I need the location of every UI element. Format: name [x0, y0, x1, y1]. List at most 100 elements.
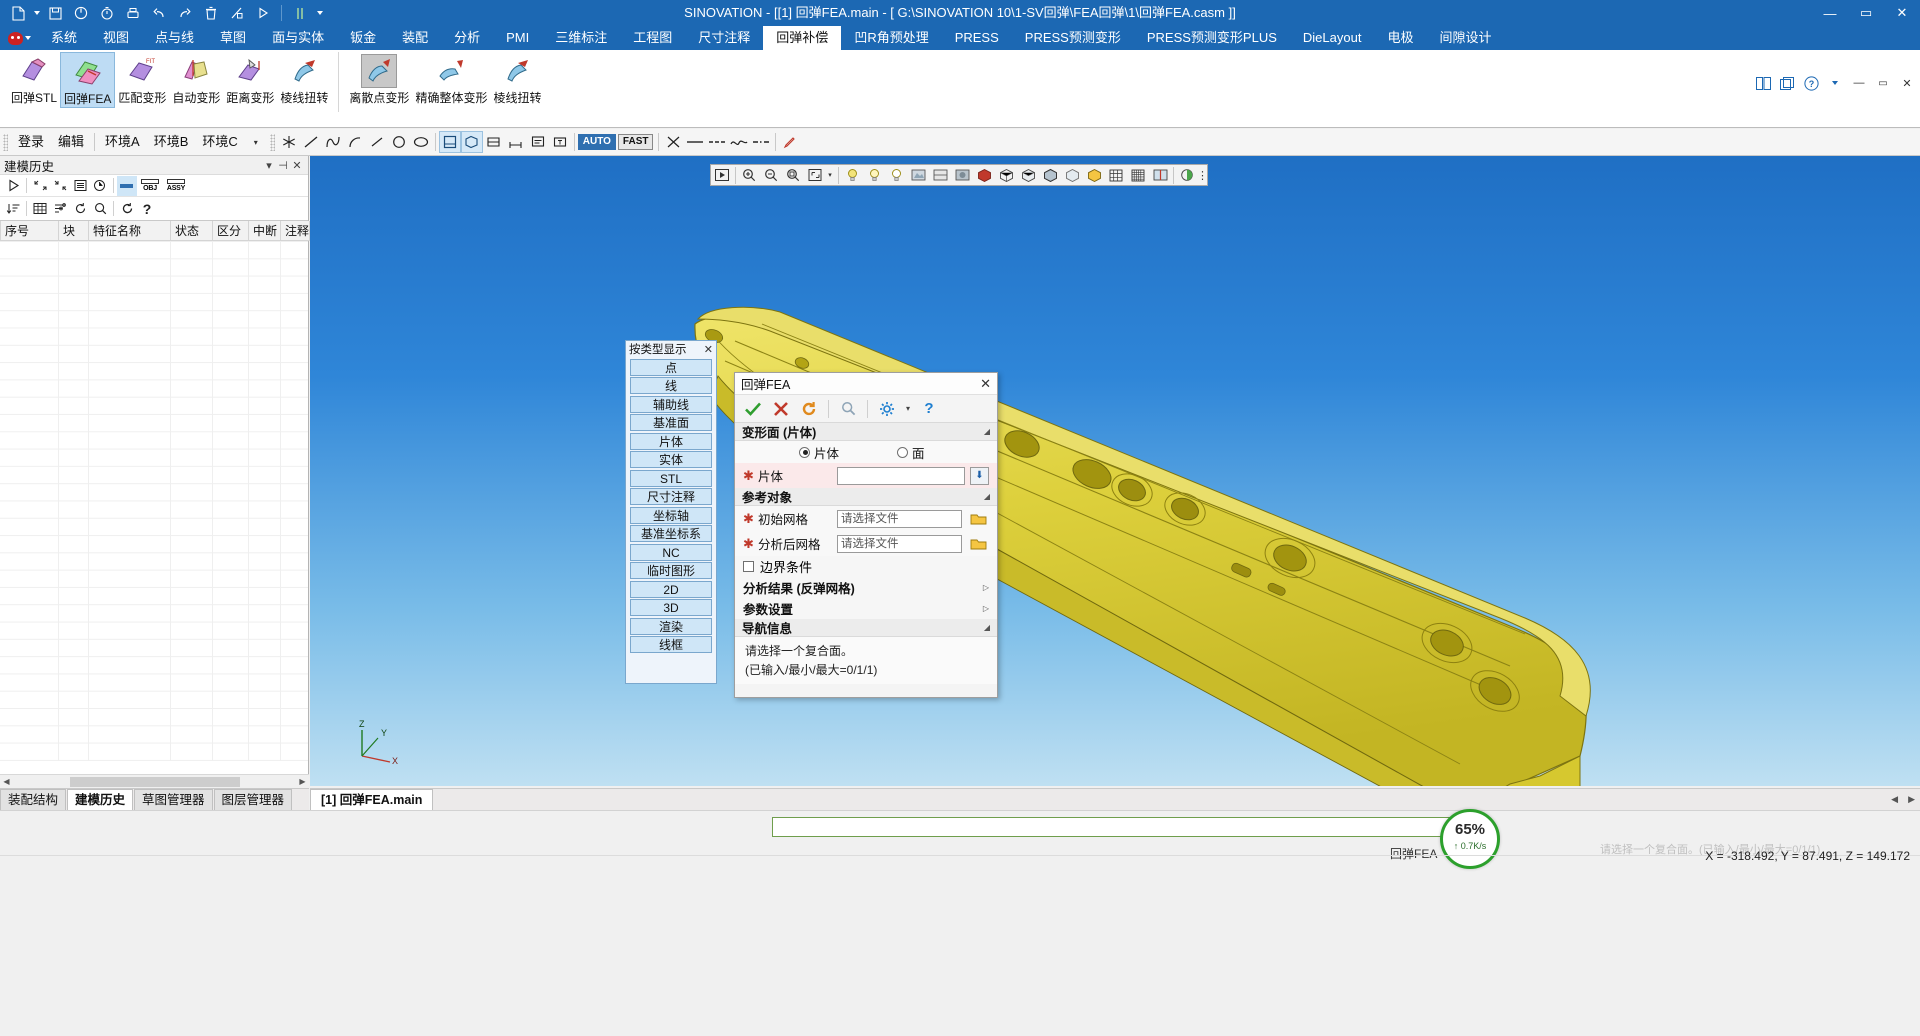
toolbar-login[interactable]: 登录 [11, 131, 51, 153]
redo-icon[interactable] [173, 1, 197, 25]
grid-icon[interactable] [1105, 165, 1127, 185]
menu-item-17[interactable]: DieLayout [1290, 26, 1375, 50]
toolbar-grip[interactable] [3, 133, 8, 151]
reset-undo-icon[interactable] [797, 398, 821, 420]
menu-item-8[interactable]: PMI [493, 26, 542, 50]
ribbon-minimize-icon[interactable]: — [1850, 74, 1868, 92]
type-item-13[interactable]: 3D [630, 599, 712, 616]
col-header-feature-name[interactable]: 特征名称 [88, 221, 171, 241]
toolbar-edit[interactable]: 编辑 [51, 131, 91, 153]
ribbon-button-3[interactable]: 自动变形 [169, 52, 223, 106]
time-history-icon[interactable] [90, 176, 110, 196]
col-header-status[interactable]: 状态 [170, 221, 213, 241]
menu-item-12[interactable]: 回弹补偿 [763, 26, 842, 50]
search-icon[interactable] [90, 199, 110, 219]
print-icon[interactable] [121, 1, 145, 25]
measure-dim-icon[interactable] [505, 131, 527, 153]
solid-box-icon[interactable] [460, 131, 483, 153]
type-item-7[interactable]: 尺寸注释 [630, 488, 712, 505]
ribbon-button-4[interactable]: 距离变形 [223, 52, 277, 106]
filter-list-icon[interactable] [50, 199, 70, 219]
new-document-dropdown-icon[interactable] [32, 1, 41, 25]
section-analysis-result[interactable]: 分析结果 (反弹网格) ▷ [735, 577, 997, 598]
menu-item-1[interactable]: 视图 [90, 26, 142, 50]
analyzed-mesh-browse-icon[interactable] [967, 535, 989, 553]
render-mode-icon[interactable] [907, 165, 929, 185]
section-view-icon[interactable] [1149, 165, 1171, 185]
trim-icon[interactable] [662, 131, 684, 153]
initial-mesh-input[interactable]: 请选择文件 [837, 509, 962, 528]
window-tile-icon[interactable] [1754, 74, 1772, 92]
menu-item-14[interactable]: PRESS [942, 26, 1012, 50]
new-document-icon[interactable] [6, 1, 30, 25]
maximize-button[interactable]: ▭ [1848, 0, 1884, 26]
cancel-cross-icon[interactable] [769, 398, 793, 420]
wireframe-icon[interactable] [995, 165, 1017, 185]
type-item-12[interactable]: 2D [630, 580, 712, 598]
document-tab-main[interactable]: [1] 回弹FEA.main [310, 789, 434, 810]
menu-item-6[interactable]: 装配 [389, 26, 441, 50]
hidden-line-icon[interactable] [1017, 165, 1039, 185]
zoom-window-icon[interactable] [782, 165, 804, 185]
toolbar-env-a[interactable]: 环境A [98, 131, 147, 153]
solid-red-icon[interactable] [973, 165, 995, 185]
pause-icon[interactable] [288, 1, 312, 25]
type-item-2[interactable]: 辅助线 [630, 395, 712, 413]
left-panel-horizontal-scrollbar[interactable]: ◀ ▶ [0, 774, 309, 788]
section-deform-header[interactable]: 变形面 (片体) ◢ [735, 423, 997, 441]
menu-item-0[interactable]: 系统 [38, 26, 90, 50]
qat-overflow-icon[interactable] [314, 1, 326, 25]
initial-mesh-browse-icon[interactable] [967, 510, 989, 528]
boundary-condition-checkbox[interactable] [743, 561, 754, 572]
expand-all-icon[interactable] [30, 176, 50, 196]
type-panel-close-icon[interactable]: ✕ [704, 343, 713, 356]
menu-item-7[interactable]: 分析 [441, 26, 493, 50]
sort-icon[interactable] [3, 199, 23, 219]
menu-item-19[interactable]: 间隙设计 [1426, 26, 1504, 50]
part-model[interactable] [310, 156, 1920, 786]
dialog-close-icon[interactable]: ✕ [980, 376, 991, 392]
section-parameter-settings-expand-icon[interactable]: ▷ [983, 604, 989, 613]
play-view-icon[interactable] [711, 165, 733, 185]
solid-line-style-icon[interactable] [684, 131, 706, 153]
light-bulb-3-icon[interactable] [885, 165, 907, 185]
col-header-block[interactable]: 块 [58, 221, 89, 241]
type-item-8[interactable]: 坐标轴 [630, 506, 712, 524]
arc-icon[interactable] [344, 131, 366, 153]
menu-item-18[interactable]: 电极 [1374, 26, 1426, 50]
power-icon[interactable] [69, 1, 93, 25]
transparent-icon[interactable] [1061, 165, 1083, 185]
boundary-condition-row[interactable]: 边界条件 [735, 556, 997, 577]
ribbon-button-0[interactable]: 回弹STL [8, 52, 60, 106]
fast-mode-button[interactable]: FAST [617, 134, 654, 150]
menu-item-13[interactable]: 凹R角预处理 [841, 26, 941, 50]
panel-dropdown-icon[interactable]: ▾ [262, 159, 276, 172]
sheet-body-pick-button[interactable]: ⬇ [970, 466, 989, 485]
toolbar-env-b[interactable]: 环境B [147, 131, 196, 153]
menu-item-5[interactable]: 钣金 [337, 26, 389, 50]
3d-viewport[interactable]: ▾ ⋮ Z Y X 按类型显示 ✕ 点 线 辅助线 基准面 片体 实体 STL … [310, 156, 1920, 786]
ribbon-options-icon[interactable] [1826, 74, 1844, 92]
radio-face[interactable]: 面 [897, 443, 925, 462]
light-source-icon[interactable] [841, 165, 863, 185]
ribbon-button-6[interactable]: 离散点变形 [346, 52, 412, 106]
left-panel-tab-1[interactable]: 建模历史 [67, 789, 134, 810]
zoom-search-icon[interactable] [836, 398, 860, 420]
ribbon-button-1[interactable]: 回弹FEA [60, 52, 116, 108]
zoom-in-icon[interactable] [738, 165, 760, 185]
type-item-0[interactable]: 点 [630, 358, 712, 376]
menu-item-11[interactable]: 尺寸注释 [685, 26, 763, 50]
annotation-icon[interactable] [527, 131, 549, 153]
type-item-5[interactable]: 实体 [630, 451, 712, 468]
col-header-index[interactable]: 序号 [0, 221, 59, 241]
sheet-body-input[interactable] [837, 466, 965, 485]
sheet-icon[interactable] [483, 131, 505, 153]
left-panel-tab-2[interactable]: 草图管理器 [134, 789, 213, 810]
analyzed-mesh-input[interactable]: 请选择文件 [837, 534, 962, 553]
timer-icon[interactable] [95, 1, 119, 25]
shaded-edges-icon[interactable] [1039, 165, 1061, 185]
ribbon-close-icon[interactable]: ✕ [1898, 74, 1916, 92]
dashdot-line-style-icon[interactable] [750, 131, 772, 153]
confirm-check-icon[interactable] [741, 398, 765, 420]
assy-filter-icon[interactable]: ASSY [163, 176, 189, 196]
